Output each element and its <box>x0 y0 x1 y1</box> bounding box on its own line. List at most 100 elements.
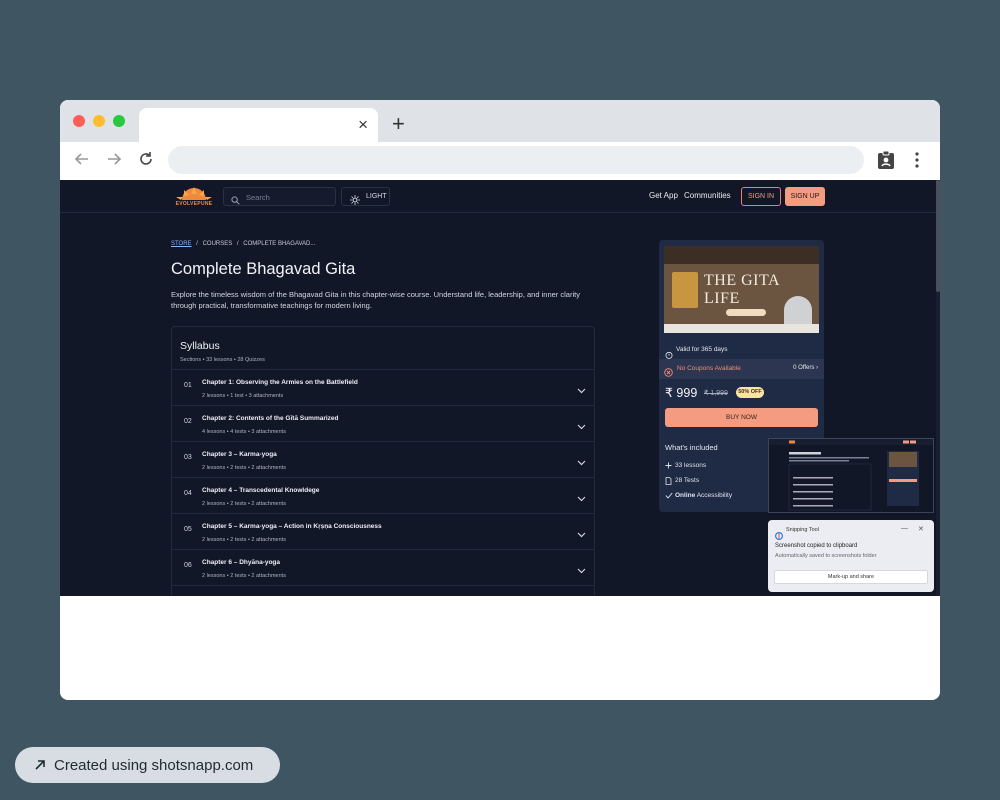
chapter-number: 04 <box>184 490 192 497</box>
web-page: EVOLVEPUNE Search LIGHT Get App Communit… <box>60 180 940 596</box>
original-price: ₹ 1,999 <box>704 390 728 397</box>
chapter-title: Chapter 3 – Karma-yoga <box>202 451 277 458</box>
browser-toolbar <box>60 142 940 180</box>
browser-tab-active[interactable]: × <box>139 108 378 142</box>
banner-footer-strip <box>664 324 819 333</box>
external-arrow-icon <box>34 758 46 776</box>
tab-close-icon[interactable]: × <box>358 116 368 133</box>
plus-icon <box>665 462 672 471</box>
chapter-number: 05 <box>184 526 192 533</box>
search-input[interactable]: Search <box>223 187 336 206</box>
breadcrumb-courses[interactable]: COURSES <box>203 241 233 247</box>
sign-up-button[interactable]: SIGN UP <box>785 187 825 206</box>
chapter-title: Chapter 1: Observing the Armies on the B… <box>202 379 358 386</box>
course-banner-image: THE GITA LIFE <box>664 246 819 333</box>
watermark-text: Created using shotsnapp.com <box>54 757 254 774</box>
validity-text: Valid for 365 days <box>676 346 728 353</box>
no-coupon-icon <box>664 364 673 382</box>
chapter-meta: 2 lessons • 2 tests • 2 attachments <box>202 573 286 579</box>
breadcrumb-store[interactable]: STORE <box>171 241 192 247</box>
theme-toggle-button[interactable]: LIGHT <box>341 187 390 206</box>
coupon-row[interactable]: No Coupons Available 0 Offers › <box>659 359 824 379</box>
chapter-title: Chapter 4 – Transcedental Knowldege <box>202 487 320 494</box>
communities-link[interactable]: Communities <box>684 191 731 200</box>
notification-message: Screenshot copied to clipboard <box>775 543 858 549</box>
discount-badge: 50% OFF <box>736 387 764 398</box>
minimize-notification-button[interactable]: — <box>901 525 908 532</box>
scrollbar-thumb[interactable] <box>936 180 940 292</box>
close-window-dot[interactable] <box>73 115 85 127</box>
chapter-row[interactable]: 02 Chapter 2: Contents of the Gītā Summa… <box>172 405 594 441</box>
screenshot-thumbnail[interactable] <box>768 438 934 513</box>
coupon-label: No Coupons Available <box>677 365 741 372</box>
chapter-meta: 4 lessons • 4 tests • 3 attachments <box>202 429 286 435</box>
chapter-meta: 2 lessons • 1 test • 3 attachments <box>202 393 284 399</box>
chevron-down-icon[interactable] <box>577 453 586 471</box>
chapter-row[interactable]: 03 Chapter 3 – Karma-yoga 2 lessons • 2 … <box>172 441 594 477</box>
browser-window: × + EVOLVEPUNE Search LIGHT Get App Comm… <box>60 100 940 700</box>
theme-toggle-label: LIGHT <box>366 193 387 200</box>
chapter-row[interactable]: 05 Chapter 5 – Karma-yoga – Action in Kṛ… <box>172 513 594 549</box>
search-icon <box>231 192 240 210</box>
get-app-link[interactable]: Get App <box>649 191 678 200</box>
sign-in-button[interactable]: SIGN IN <box>741 187 781 206</box>
chevron-down-icon[interactable] <box>577 381 586 399</box>
close-notification-button[interactable]: ✕ <box>918 525 924 533</box>
chapter-title: Chapter 2: Contents of the Gītā Summariz… <box>202 415 339 422</box>
chapter-row[interactable]: 04 Chapter 4 – Transcedental Knowldege 2… <box>172 477 594 513</box>
chapter-number: 03 <box>184 454 192 461</box>
chapter-meta: 2 lessons • 2 tests • 2 attachments <box>202 465 286 471</box>
offers-count: 0 Offers <box>793 365 815 371</box>
chapter-row[interactable]: 06 Chapter 6 – Dhyāna-yoga 2 lessons • 2… <box>172 549 594 585</box>
check-icon <box>665 492 673 501</box>
logo-text: EVOLVEPUNE <box>175 201 213 207</box>
included-title: What's included <box>665 443 718 452</box>
back-arrow-icon[interactable] <box>72 151 92 171</box>
forward-arrow-icon[interactable] <box>104 151 124 171</box>
included-bold: Online <box>675 492 696 499</box>
thumbnail-preview-graphic <box>769 439 933 511</box>
minimize-window-dot[interactable] <box>93 115 105 127</box>
menu-dots-icon[interactable] <box>914 150 920 175</box>
breadcrumb-current: COMPLETE BHAGAVAD... <box>243 241 316 247</box>
chapter-meta: 2 lessons • 2 tests • 2 attachments <box>202 501 286 507</box>
offers-link[interactable]: 0 Offers › <box>793 365 818 371</box>
maximize-window-dot[interactable] <box>113 115 125 127</box>
course-description: Explore the timeless wisdom of the Bhaga… <box>171 290 580 310</box>
site-logo[interactable]: EVOLVEPUNE <box>173 185 215 207</box>
watermark-badge[interactable]: Created using shotsnapp.com <box>15 747 280 783</box>
breadcrumb-separator: / <box>236 241 239 247</box>
book-illustration <box>672 272 698 308</box>
chapter-number: 01 <box>184 382 192 389</box>
notification-submessage: Automatically saved to screenshots folde… <box>775 553 877 559</box>
chevron-down-icon[interactable] <box>577 417 586 435</box>
document-icon <box>665 477 672 487</box>
chevron-down-icon[interactable] <box>577 561 586 579</box>
breadcrumb-separator: / <box>196 241 198 247</box>
included-text: 28 Tests <box>675 477 700 484</box>
page-scrollbar[interactable] <box>936 180 940 596</box>
chapter-row-partial[interactable] <box>172 585 594 596</box>
sun-icon <box>350 192 360 210</box>
reload-icon[interactable] <box>136 151 156 171</box>
page-title: Complete Bhagavad Gita <box>171 260 356 278</box>
chapter-number: 06 <box>184 562 192 569</box>
tab-bar: × + <box>60 100 940 142</box>
new-tab-button[interactable]: + <box>392 113 405 135</box>
buy-now-button[interactable]: BUY NOW <box>665 408 818 427</box>
banner-header-band <box>664 246 819 264</box>
snipping-tool-notification: Snipping Tool — ✕ Screenshot copied to c… <box>768 520 934 592</box>
clipboard-icon[interactable] <box>877 150 895 175</box>
syllabus-meta: Sections • 33 lessons • 28 Quizzes <box>180 357 265 363</box>
sun-logo-icon <box>176 187 212 200</box>
search-placeholder: Search <box>246 193 270 202</box>
chevron-right-icon: › <box>816 365 818 371</box>
site-header: EVOLVEPUNE Search LIGHT Get App Communit… <box>60 180 936 213</box>
address-bar[interactable] <box>168 146 864 174</box>
chapter-row[interactable]: 01 Chapter 1: Observing the Armies on th… <box>172 369 594 405</box>
markup-and-share-button[interactable]: Mark-up and share <box>774 570 928 584</box>
chapter-title: Chapter 6 – Dhyāna-yoga <box>202 559 281 566</box>
chevron-down-icon[interactable] <box>577 525 586 543</box>
notification-app-name: Snipping Tool <box>786 527 819 533</box>
chevron-down-icon[interactable] <box>577 489 586 507</box>
